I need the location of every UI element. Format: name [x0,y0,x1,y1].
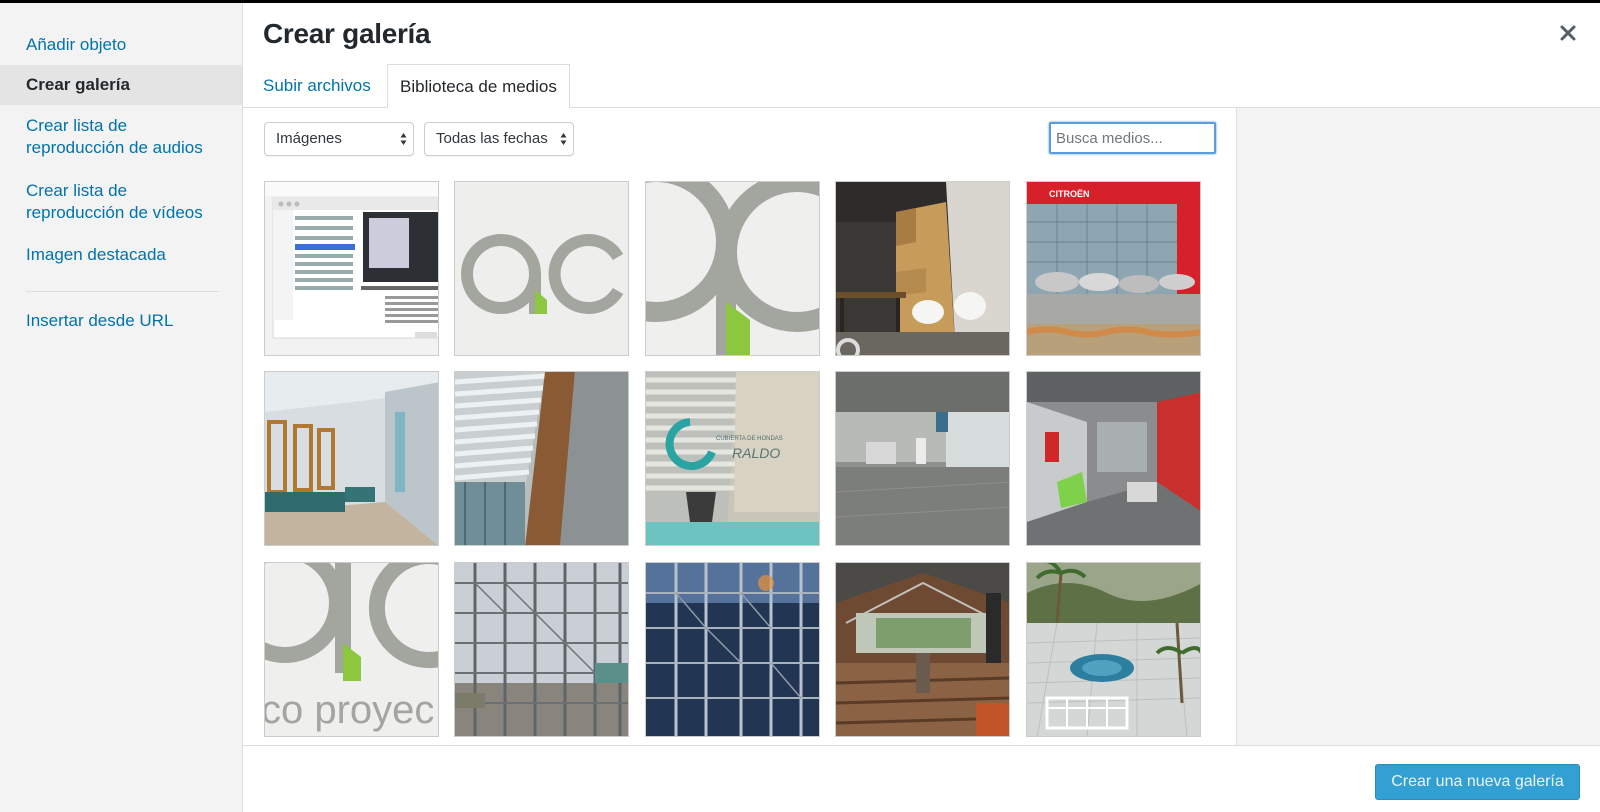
tab-media-library[interactable]: Biblioteca de medios [387,64,570,109]
menu-item-add-media[interactable]: Añadir objeto [0,25,242,65]
tab-upload-files[interactable]: Subir archivos [251,64,383,108]
date-filter-value: Todas las fechas [436,130,548,147]
menu-item-label-line1: Crear lista de [26,181,128,200]
attachment-thumbnail[interactable] [1026,371,1201,546]
media-toolbar: Crear una nueva galería [243,745,1600,812]
select-arrows-icon [400,133,407,145]
attachments-browser: Imágenes Todas las fechas Busca medios..… [243,108,1236,745]
dealership-thumbnail-image: CITROËN [1027,182,1200,355]
attachment-thumbnail[interactable] [1026,562,1201,737]
attachment-thumbnail[interactable] [454,562,629,737]
media-menu: Añadir objeto Crear galería Crear lista … [0,3,243,812]
attachment-thumbnail[interactable] [835,371,1010,546]
date-filter[interactable]: Todas las fechas [424,122,574,156]
sign-line-1: CUBIERTA DE HONDAS [716,436,783,442]
menu-item-label: Añadir objeto [26,35,127,54]
sign-line-2: RALDO [732,445,780,461]
attachment-thumbnail[interactable] [454,371,629,546]
menu-item-label: Crear galería [26,75,130,94]
select-arrows-icon [560,133,567,145]
media-type-filter-value: Imágenes [276,130,342,147]
close-button[interactable] [1552,17,1584,49]
terrace-thumbnail-image [1027,563,1200,736]
create-new-gallery-button[interactable]: Crear una nueva galería [1375,764,1580,800]
attachment-thumbnail[interactable]: co proyec [264,562,439,737]
menu-item-label: Imagen destacada [26,245,166,264]
media-modal: Añadir objeto Crear galería Crear lista … [0,3,1600,812]
logo-thumbnail-image [455,182,628,355]
attachment-thumbnail[interactable] [835,181,1010,356]
menu-item-insert-from-url[interactable]: Insertar desde URL [0,308,242,341]
louvers-thumbnail-image [455,372,628,545]
construction-thumbnail-image [836,563,1009,736]
attachment-thumbnail[interactable] [454,181,629,356]
close-icon [1560,25,1576,41]
menu-item-label-line1: Crear lista de [26,116,128,135]
showroom-red-thumbnail-image [1027,372,1200,545]
logo-large-thumbnail-image [646,182,819,355]
attachment-thumbnail[interactable] [645,181,820,356]
logo-proyectos-thumbnail-image: co proyec [265,563,438,736]
scaffolding-thumbnail-image [455,563,628,736]
attachment-thumbnail[interactable] [645,562,820,737]
menu-item-create-audio-playlist[interactable]: Crear lista de reproducción de audios [0,105,242,170]
menu-separator [26,291,219,292]
corridor-thumbnail-image [265,372,438,545]
attachment-details-sidebar [1236,108,1600,745]
attachment-thumbnail[interactable]: CUBIERTA DE HONDAS RALDO [645,371,820,546]
menu-item-label-line2: reproducción de vídeos [26,203,203,222]
showroom-thumbnail-image [836,372,1009,545]
menu-item-label: Insertar desde URL [26,311,174,330]
attachment-thumbnail[interactable] [264,181,439,356]
menu-item-featured-image[interactable]: Imagen destacada [0,235,242,275]
attachment-thumbnail[interactable] [264,371,439,546]
citroen-sign: CITROËN [1049,189,1090,199]
attachment-thumbnail[interactable]: CITROËN [1026,181,1201,356]
menu-item-create-gallery[interactable]: Crear galería [0,65,242,105]
screenshot-thumbnail-image [265,182,438,355]
attachment-thumbnail[interactable] [835,562,1010,737]
menu-item-label-line2: reproducción de audios [26,138,203,157]
reception-thumbnail-image: CUBIERTA DE HONDAS RALDO [646,372,819,545]
menu-item-create-video-playlist[interactable]: Crear lista de reproducción de vídeos [0,170,242,235]
search-input[interactable] [1049,122,1216,154]
logo-text: co proyec [265,688,434,732]
interior-thumbnail-image [836,182,1009,355]
router-tabs: Subir archivos Biblioteca de medios [243,61,1600,109]
modal-title: Crear galería [263,18,431,49]
media-type-filter[interactable]: Imágenes [264,122,414,156]
scaffolding-2-thumbnail-image [646,563,819,736]
